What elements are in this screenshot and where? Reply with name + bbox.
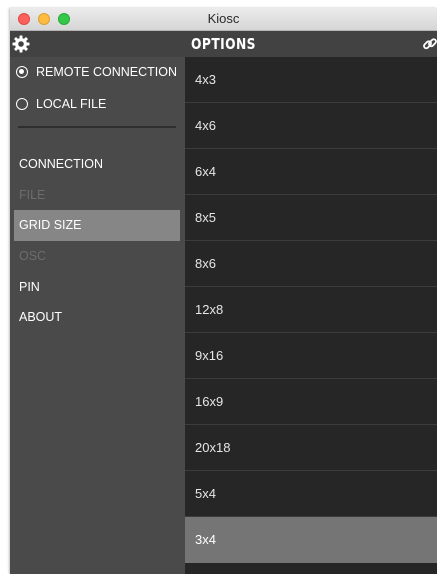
window-title: Kiosc xyxy=(207,11,240,26)
grid-size-option[interactable]: 12x8 xyxy=(185,287,437,333)
radio-label: REMOTE CONNECTION xyxy=(36,65,177,79)
options-sidebar: REMOTE CONNECTION LOCAL FILE CONNECTION … xyxy=(10,57,185,574)
link-icon[interactable] xyxy=(422,36,437,52)
sidebar-item-osc: OSC xyxy=(19,249,47,263)
radio-unchecked-icon xyxy=(16,98,28,110)
page-title: OPTIONS xyxy=(191,35,256,53)
sidebar-item-file: FILE xyxy=(19,188,46,202)
sidebar-item-about[interactable]: ABOUT xyxy=(14,302,180,333)
app-window: Kiosc OPTIONS REMOTE CONNECTION LOCAL FI… xyxy=(10,8,437,574)
grid-size-option[interactable]: 6x4 xyxy=(185,149,437,195)
grid-size-option[interactable]: 20x18 xyxy=(185,425,437,471)
grid-size-option[interactable]: 9x16 xyxy=(185,333,437,379)
title-bar: Kiosc xyxy=(10,8,437,31)
grid-size-option[interactable]: 4x6 xyxy=(185,103,437,149)
options-toolbar: OPTIONS xyxy=(10,31,437,57)
local-file-radio[interactable]: LOCAL FILE xyxy=(16,94,106,114)
grid-size-option[interactable]: 4x3 xyxy=(185,57,437,103)
grid-size-option[interactable]: 16x9 xyxy=(185,379,437,425)
sidebar-item-grid-size[interactable]: GRID SIZE xyxy=(14,210,180,241)
sidebar-item-pin[interactable]: PIN xyxy=(14,272,180,303)
grid-size-option-selected[interactable]: 3x4 xyxy=(185,517,437,563)
sidebar-divider xyxy=(18,126,176,128)
gear-icon[interactable] xyxy=(12,35,30,53)
grid-size-option[interactable]: 8x6 xyxy=(185,241,437,287)
sidebar-item-connection[interactable]: CONNECTION xyxy=(14,149,180,180)
radio-checked-icon xyxy=(16,66,28,78)
radio-label: LOCAL FILE xyxy=(36,97,107,111)
grid-size-list: 4x3 4x6 6x4 8x5 8x6 12x8 9x16 16x9 20x18… xyxy=(185,57,437,574)
grid-size-option[interactable]: 5x4 xyxy=(185,471,437,517)
grid-size-option[interactable]: 8x5 xyxy=(185,195,437,241)
remote-connection-radio[interactable]: REMOTE CONNECTION xyxy=(16,62,177,82)
